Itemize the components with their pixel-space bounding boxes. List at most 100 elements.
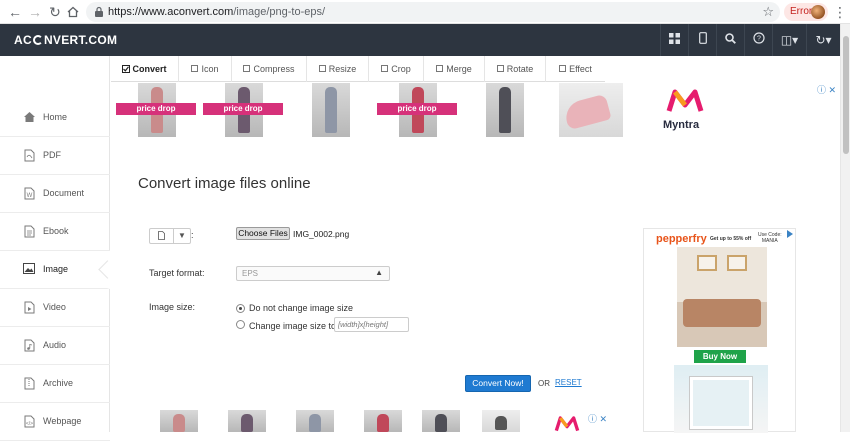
bunk-bed-image (674, 365, 768, 433)
grid-icon[interactable] (660, 24, 688, 56)
myntra-label: Myntra (663, 119, 700, 131)
ad-product-card[interactable] (284, 410, 348, 432)
search-icon[interactable] (716, 24, 744, 56)
checkbox-checked-icon (122, 65, 131, 73)
tab-resize[interactable]: Resize (307, 56, 369, 82)
sidebar-item-label: Audio (43, 340, 67, 350)
error-profile-button[interactable]: Error (784, 3, 828, 21)
adchoices-close-icon[interactable]: ⓘ ✕ (588, 412, 607, 425)
video-icon (22, 301, 36, 315)
ad-product-card[interactable] (288, 83, 372, 137)
change-size-radio[interactable] (236, 320, 245, 329)
sidebar-item-video[interactable]: Video (0, 289, 110, 327)
language-dropdown-icon[interactable]: ◫▾ (772, 24, 806, 56)
audio-icon (22, 339, 36, 353)
avatar (811, 5, 825, 19)
ad-product-card[interactable] (462, 83, 546, 137)
checkbox-icon (191, 65, 199, 72)
sidebar-item-label: Archive (43, 378, 74, 388)
tab-rotate[interactable]: Rotate (485, 56, 546, 82)
mobile-icon[interactable] (688, 24, 716, 56)
select-arrows-icon: ▲ (375, 268, 383, 277)
checkbox-icon (496, 65, 504, 72)
ad-product-card[interactable]: price drop (201, 83, 285, 137)
scrollbar-thumb[interactable] (843, 36, 849, 154)
tab-effect[interactable]: Effect (546, 56, 605, 82)
convert-now-button[interactable]: Convert Now! (465, 375, 531, 392)
top-ad-banner[interactable]: price drop price drop price drop Myntra … (112, 83, 840, 137)
tab-convert[interactable]: Convert (111, 56, 179, 82)
ad-product-card[interactable] (352, 410, 416, 432)
change-size-label: Change image size to: (249, 321, 339, 331)
ad-product-card[interactable]: price drop (114, 83, 198, 137)
back-arrow-icon[interactable]: ← (6, 3, 24, 21)
sidebar-item-document[interactable]: W Document (0, 175, 110, 213)
address-bar[interactable]: https://www.aconvert.com/image/png-to-ep… (86, 2, 780, 22)
reload-icon[interactable]: ↻ (46, 3, 64, 21)
sofa-shape (683, 299, 761, 327)
image-icon (22, 263, 36, 277)
sidebar-item-ebook[interactable]: Ebook (0, 213, 110, 251)
sidebar-item-pdf[interactable]: PDF (0, 137, 110, 175)
price-drop-tag: price drop (116, 103, 196, 115)
wall-frame (727, 255, 747, 271)
sidebar-item-webpage[interactable]: </> Webpage (0, 403, 110, 441)
ebook-icon (22, 225, 36, 239)
or-text: OR (538, 379, 550, 388)
sidebar-item-audio[interactable]: Audio (0, 327, 110, 365)
page-scrollbar[interactable] (840, 24, 850, 432)
choose-files-button[interactable]: Choose Files (236, 227, 290, 240)
tab-crop[interactable]: Crop (369, 56, 424, 82)
sofa-image (677, 247, 767, 347)
price-drop-tag: price drop (377, 103, 457, 115)
sidebar-item-label: Document (43, 188, 85, 198)
checkbox-icon (436, 65, 444, 72)
browser-chrome: ← → ↻ https://www.aconvert.com/image/png… (0, 0, 850, 24)
side-ad-banner[interactable]: pepperfry Get up to 55% off Use Code: MAN… (643, 228, 796, 433)
myntra-logo-icon (554, 416, 580, 432)
reset-link[interactable]: RESET (555, 378, 582, 387)
refresh-dropdown-icon[interactable]: ↻▾ (806, 24, 840, 56)
checkbox-icon (559, 65, 567, 72)
site-logo[interactable]: AC NVERT.COM (14, 33, 117, 47)
bottom-ad-banner[interactable]: ⓘ ✕ (148, 410, 608, 432)
pdf-icon (22, 149, 36, 163)
help-icon[interactable]: ? (744, 24, 772, 56)
tab-merge[interactable]: Merge (424, 56, 485, 82)
ad-product-card[interactable] (470, 410, 534, 432)
home-browser-icon[interactable] (64, 3, 82, 21)
sidebar-item-archive[interactable]: Archive (0, 365, 110, 403)
file-icon (150, 229, 174, 243)
sidebar-item-label: Home (43, 112, 68, 122)
webpage-icon: </> (22, 415, 36, 429)
file-source-dropdown[interactable]: ▼ (149, 228, 191, 244)
adchoices-close-icon[interactable]: ⓘ ✕ (817, 83, 836, 96)
size-input[interactable] (334, 317, 409, 332)
sidebar-item-image[interactable]: Image (0, 251, 110, 289)
adchoices-icon[interactable] (787, 230, 793, 238)
ad-product-card[interactable] (410, 410, 474, 432)
buy-now-button[interactable]: Buy Now (694, 350, 746, 363)
caret-down-icon: ▼ (178, 231, 186, 240)
ad-product-card[interactable] (549, 83, 633, 137)
ad-product-card[interactable]: price drop (375, 83, 459, 137)
keep-size-radio[interactable] (236, 304, 245, 313)
error-label: Error (790, 6, 813, 17)
site-header: AC NVERT.COM ? ◫▾ ↻▾ (0, 24, 840, 56)
bookmark-star-icon[interactable]: ☆ (762, 4, 774, 20)
sidebar-item-label: Webpage (43, 416, 82, 426)
ad-product-card[interactable] (216, 410, 280, 432)
forward-arrow-icon[interactable]: → (26, 3, 44, 21)
svg-text:?: ? (757, 36, 761, 43)
sidebar-item-home[interactable]: Home (0, 99, 110, 137)
browser-menu-icon[interactable]: ⋮ (833, 3, 847, 21)
tab-compress[interactable]: Compress (232, 56, 307, 82)
image-size-label: Image size: (149, 302, 196, 312)
ad-product-card[interactable] (148, 410, 212, 432)
target-format-label: Target format: (149, 268, 205, 278)
file-label-colon: : (191, 230, 194, 240)
pepperfry-code: Use Code: MANIA (758, 232, 782, 244)
target-format-select[interactable]: EPS ▲ (236, 266, 390, 281)
sidebar-item-label: PDF (43, 150, 61, 160)
tab-icon[interactable]: Icon (179, 56, 232, 82)
